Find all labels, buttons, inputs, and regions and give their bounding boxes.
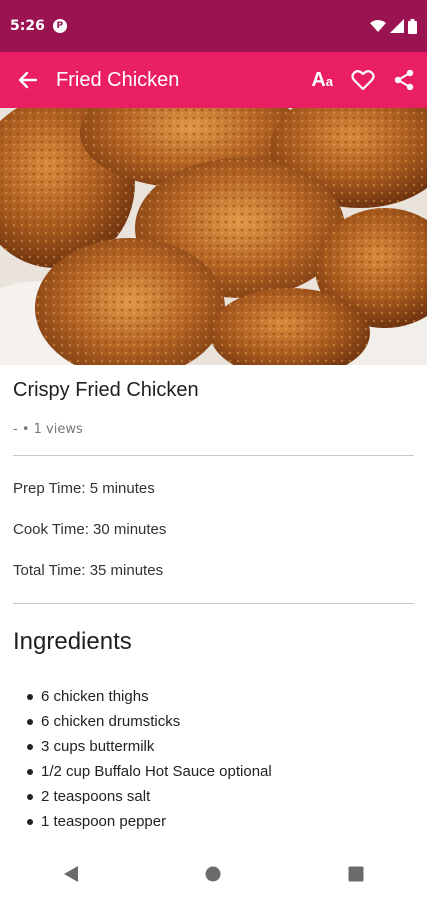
- app-notification-icon: P: [52, 19, 67, 33]
- recipe-times: Prep Time: 5 minutes Cook Time: 30 minut…: [13, 468, 414, 591]
- signal-icon: [390, 19, 404, 33]
- ingredients-title: Ingredients: [13, 628, 132, 655]
- nav-recents-icon[interactable]: [348, 866, 364, 882]
- nav-home-icon[interactable]: [205, 866, 221, 882]
- favorite-heart-icon[interactable]: [351, 69, 375, 91]
- font-size-button[interactable]: Aa: [311, 69, 333, 92]
- app-bar: Fried Chicken Aa: [0, 52, 427, 108]
- ingredients-list: 6 chicken thighs 6 chicken drumsticks 3 …: [13, 684, 414, 834]
- share-icon[interactable]: [393, 69, 415, 91]
- prep-time: Prep Time: 5 minutes: [13, 480, 155, 497]
- nav-back-icon[interactable]: [63, 865, 79, 883]
- divider: [13, 455, 414, 456]
- status-time: 5:26: [10, 18, 45, 34]
- recipe-title: Crispy Fried Chicken: [13, 379, 199, 401]
- cook-time: Cook Time: 30 minutes: [13, 521, 167, 538]
- divider: [13, 603, 414, 604]
- status-icons: [370, 18, 417, 34]
- app-bar-actions: Aa: [311, 69, 415, 92]
- status-left: 5:26 P: [10, 18, 67, 34]
- list-item: 6 chicken thighs: [27, 684, 414, 709]
- total-time: Total Time: 35 minutes: [13, 562, 164, 579]
- list-item: 6 chicken drumsticks: [27, 709, 414, 734]
- list-item: 2 teaspoons salt: [27, 784, 414, 809]
- app-bar-title: Fried Chicken: [56, 68, 180, 91]
- list-item: 3 cups buttermilk: [27, 734, 414, 759]
- arrow-back-icon: [18, 71, 38, 89]
- wifi-icon: [370, 20, 386, 32]
- font-size-icon-large: A: [311, 68, 326, 91]
- battery-icon: [408, 18, 417, 34]
- recipe-meta: - • 1 views: [13, 422, 83, 437]
- recipe-image: [0, 108, 427, 365]
- back-button[interactable]: [12, 64, 44, 96]
- font-size-icon-small: a: [325, 73, 333, 89]
- list-item: 1/2 cup Buffalo Hot Sauce optional: [27, 759, 414, 784]
- list-item: 1 teaspoon pepper: [27, 809, 414, 834]
- status-bar: 5:26 P: [0, 0, 427, 52]
- recipe-content: Crispy Fried Chicken - • 1 views Prep Ti…: [13, 365, 414, 834]
- system-nav-bar: [0, 848, 427, 900]
